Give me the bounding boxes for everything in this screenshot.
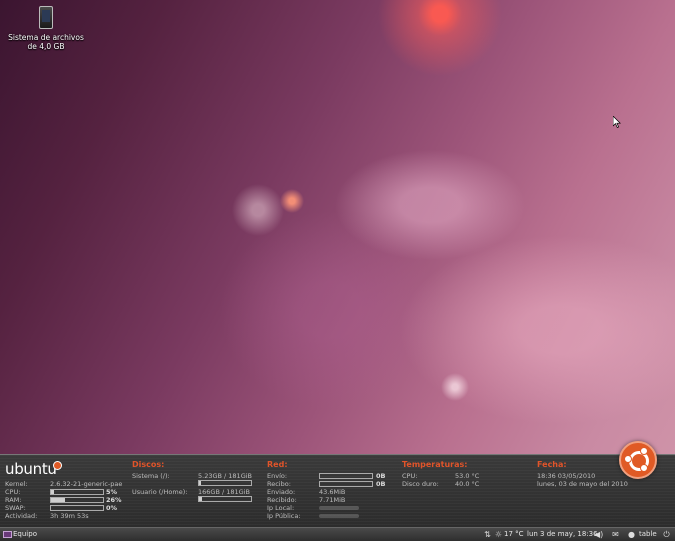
disk-temp-label: Disco duro: <box>402 480 439 488</box>
date-title: Fecha: <box>537 460 567 469</box>
power-icon[interactable]: ⏻ <box>662 530 671 539</box>
cpu-temp-label: CPU: <box>402 472 418 480</box>
cpu-temp-value: 53.0 °C <box>455 472 480 480</box>
temperatures-title: Temperaturas: <box>402 460 468 469</box>
send-value: 0B <box>376 472 386 480</box>
swap-value: 0% <box>106 504 118 512</box>
cpu-value: 5% <box>106 488 118 496</box>
desktop[interactable]: Sistema de archivos de 4,0 GB <box>0 0 675 454</box>
cpu-label: CPU: <box>5 488 21 496</box>
kernel-value: 2.6.32-21-generic-pae <box>50 480 123 488</box>
chat-status-icon[interactable]: ● <box>627 530 636 539</box>
ram-bar <box>50 497 104 503</box>
drive-icon <box>39 6 53 29</box>
send-graph <box>319 473 373 479</box>
mouse-pointer-icon <box>613 116 621 128</box>
ubuntu-big-logo-icon <box>619 441 657 479</box>
disk-temp-value: 40.0 °C <box>455 480 480 488</box>
date-line: lunes, 03 de mayo del 2010 <box>537 480 628 488</box>
desktop-icon-label-line2: de 4,0 GB <box>27 42 65 51</box>
recv-graph <box>319 481 373 487</box>
ram-label: RAM: <box>5 496 22 504</box>
network-icon[interactable]: ⇅ <box>483 530 492 539</box>
mail-icon[interactable]: ✉ <box>611 530 620 539</box>
ubuntu-circle-icon <box>53 461 62 470</box>
ubuntu-dot-bottom <box>640 464 648 472</box>
send-label: Envío: <box>267 472 288 480</box>
received-value: 7.71MiB <box>319 496 346 504</box>
network-title: Red: <box>267 460 288 469</box>
sent-label: Enviado: <box>267 488 296 496</box>
uptime-value: 3h 39m 53s <box>50 512 89 520</box>
home-disk-value: 166GB / 181GiB <box>198 488 250 496</box>
ubuntu-logo: ubuntu <box>5 460 57 478</box>
received-label: Recibido: <box>267 496 297 504</box>
computer-menu-label[interactable]: Equipo <box>13 528 37 541</box>
system-disk-label: Sistema (/): <box>132 472 170 480</box>
cpu-bar-fill <box>51 490 54 494</box>
system-disk-bar <box>198 480 252 486</box>
home-disk-label: Usuario (/Home): <box>132 488 188 496</box>
desktop-icon-label: Sistema de archivos de 4,0 GB <box>6 33 86 51</box>
user-name[interactable]: table <box>639 528 657 541</box>
computer-icon[interactable] <box>3 531 12 538</box>
ram-value: 26% <box>106 496 122 504</box>
bottom-panel: Equipo ⇅ ☼ 17 °C lun 3 de may, 18:36 ◀) … <box>0 527 675 541</box>
recv-label: Recibo: <box>267 480 291 488</box>
time-line: 18:36 03/05/2010 <box>537 472 596 480</box>
filesystem-desktop-icon[interactable]: Sistema de archivos de 4,0 GB <box>6 6 86 51</box>
desktop-icon-label-line1: Sistema de archivos <box>8 33 84 42</box>
local-ip-label: Ip Local: <box>267 504 295 512</box>
recv-value: 0B <box>376 480 386 488</box>
public-ip-label: Ip Pública: <box>267 512 301 520</box>
weather-icon[interactable]: ☼ <box>494 530 503 539</box>
ram-bar-fill <box>51 498 65 502</box>
clock[interactable]: lun 3 de may, 18:36 <box>527 528 598 541</box>
system-info-panel: ubuntu Kernel: 2.6.32-21-generic-pae CPU… <box>0 454 675 528</box>
cpu-bar <box>50 489 104 495</box>
system-disk-value: 5.23GB / 181GiB <box>198 472 252 480</box>
home-disk-bar <box>198 496 252 502</box>
home-disk-bar-fill <box>199 497 203 501</box>
system-disk-bar-fill <box>199 481 201 485</box>
ubuntu-dot-top <box>640 447 648 455</box>
swap-bar <box>50 505 104 511</box>
sent-value: 43.6MiB <box>319 488 346 496</box>
kernel-label: Kernel: <box>5 480 28 488</box>
ubuntu-dot-left <box>624 455 632 463</box>
local-ip-redacted <box>319 506 359 510</box>
public-ip-redacted <box>319 514 359 518</box>
volume-icon[interactable]: ◀) <box>594 530 603 539</box>
swap-label: SWAP: <box>5 504 26 512</box>
weather-temperature[interactable]: 17 °C <box>504 528 524 541</box>
uptime-label: Actividad: <box>5 512 38 520</box>
disks-title: Discos: <box>132 460 165 469</box>
